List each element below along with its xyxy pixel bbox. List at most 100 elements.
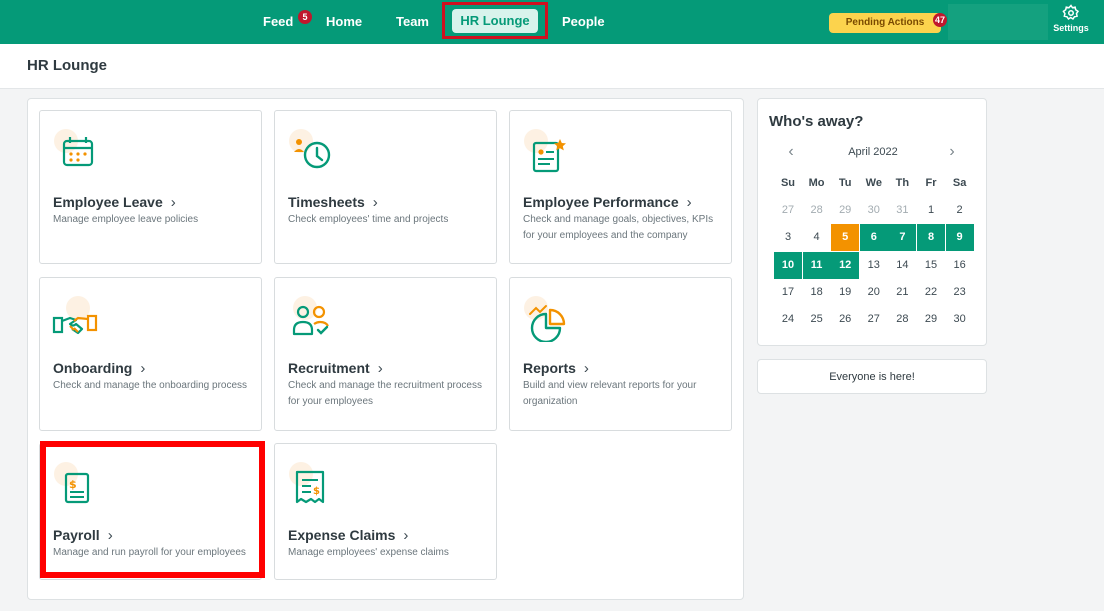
calendar-weekday-header: Mo — [808, 177, 825, 189]
nav-feed-label: Feed — [263, 14, 294, 29]
chevron-right-icon[interactable]: › — [943, 143, 961, 161]
calendar-day[interactable]: 13 — [860, 252, 888, 279]
card-description: Manage employee leave policies — [53, 214, 199, 225]
chevron-right-icon: › — [170, 194, 176, 211]
nav-team[interactable]: Team — [396, 0, 429, 44]
top-navigation-bar: Feed 5 Home Team HR Lounge People Pendin… — [0, 0, 1104, 44]
chevron-right-icon: › — [403, 527, 409, 544]
receipt-icon: $ — [287, 460, 335, 508]
chevron-right-icon: › — [372, 194, 378, 211]
card-employee-performance[interactable]: Employee Performance › Check and manage g… — [509, 110, 732, 264]
calendar-day[interactable]: 23 — [946, 279, 974, 306]
card-timesheets[interactable]: Timesheets › Check employees' time and pr… — [274, 110, 497, 264]
calendar-day[interactable]: 29 — [917, 306, 945, 333]
feed-notification-badge: 5 — [298, 10, 312, 24]
calendar-day[interactable]: 22 — [917, 279, 945, 306]
gear-icon — [1062, 4, 1080, 21]
card-description: Manage employees' expense claims — [288, 547, 449, 558]
card-onboarding[interactable]: Onboarding › Check and manage the onboard… — [39, 277, 262, 431]
whos-away-widget: Who's away? ‹ April 2022 › Su Mo Tu We Th Fr S… — [757, 98, 987, 346]
nav-people[interactable]: People — [562, 0, 605, 44]
card-title: Recruitment › — [288, 360, 383, 377]
card-title: Employee Leave › — [53, 194, 176, 211]
calendar-day[interactable]: 24 — [774, 306, 802, 333]
handshake-icon — [52, 294, 100, 342]
payroll-highlight — [40, 441, 265, 578]
calendar-day[interactable]: 8 — [917, 224, 945, 252]
card-title: Timesheets › — [288, 194, 378, 211]
card-title: Expense Claims › — [288, 527, 409, 544]
card-recruitment[interactable]: Recruitment › Check and manage the recrui… — [274, 277, 497, 431]
everyone-here-status: Everyone is here! — [757, 359, 987, 394]
document-star-icon — [522, 127, 570, 175]
card-description: Check and manage the onboarding process — [53, 380, 248, 391]
calendar-month-nav: ‹ April 2022 › — [758, 143, 988, 161]
calendar-day[interactable]: 20 — [860, 279, 888, 306]
calendar-day[interactable]: 25 — [803, 306, 831, 333]
card-description: Build and view relevant reports for your… — [523, 380, 697, 407]
chevron-right-icon: › — [140, 360, 146, 377]
people-check-icon — [287, 294, 335, 342]
card-title: Reports › — [523, 360, 589, 377]
chevron-right-icon: › — [583, 360, 589, 377]
calendar-day[interactable]: 2 — [946, 197, 974, 224]
calendar-day[interactable]: 5 — [831, 224, 860, 252]
calendar-day[interactable]: 26 — [831, 306, 859, 333]
page-header: HR Lounge — [0, 44, 1104, 89]
calendar-day[interactable]: 15 — [917, 252, 945, 279]
pending-actions-badge: 47 — [933, 13, 947, 27]
calendar-day[interactable]: 27 — [774, 197, 802, 224]
calendar-day[interactable]: 29 — [831, 197, 859, 224]
hr-lounge-highlight — [442, 2, 548, 39]
calendar-weekday-header: We — [865, 177, 882, 189]
card-title: Employee Performance › — [523, 194, 692, 211]
pending-actions-button[interactable]: Pending Actions — [829, 13, 941, 33]
card-reports[interactable]: Reports › Build and view relevant reports… — [509, 277, 732, 431]
calendar-day[interactable]: 21 — [888, 279, 916, 306]
calendar-day[interactable]: 19 — [831, 279, 859, 306]
calendar-day[interactable]: 31 — [888, 197, 916, 224]
calendar-icon — [52, 127, 100, 175]
calendar-day[interactable]: 11 — [802, 251, 831, 279]
page-title: HR Lounge — [27, 57, 107, 74]
calendar-day[interactable]: 1 — [917, 197, 945, 224]
chevron-right-icon: › — [377, 360, 383, 377]
calendar-weekday-header: Su — [780, 177, 796, 189]
calendar-day[interactable]: 10 — [774, 251, 802, 279]
calendar-weekday-header: Sa — [952, 177, 967, 189]
card-title: Onboarding › — [53, 360, 146, 377]
calendar-day[interactable]: 12 — [831, 251, 860, 279]
calendar-day[interactable]: 27 — [860, 306, 888, 333]
whos-away-title: Who's away? — [769, 113, 864, 130]
clock-person-icon — [287, 127, 335, 175]
nav-feed[interactable]: Feed — [263, 0, 293, 44]
calendar-day[interactable]: 6 — [859, 224, 888, 252]
chevron-right-icon: › — [686, 194, 692, 211]
calendar-day[interactable]: 30 — [860, 197, 888, 224]
calendar-day[interactable]: 28 — [803, 197, 831, 224]
calendar-weekday-header: Fr — [925, 177, 937, 189]
card-employee-leave[interactable]: Employee Leave › Manage employee leave po… — [39, 110, 262, 264]
card-description: Check employees' time and projects — [288, 214, 449, 225]
card-description: Check and manage goals, objectives, KPIs… — [523, 214, 714, 241]
calendar-day[interactable]: 3 — [774, 224, 802, 251]
calendar-day[interactable]: 14 — [888, 252, 916, 279]
calendar-day[interactable]: 9 — [945, 224, 974, 252]
settings-button[interactable]: Settings — [1048, 4, 1094, 40]
nav-home[interactable]: Home — [326, 0, 362, 44]
card-description: Check and manage the recruitment process… — [288, 380, 482, 407]
calendar-day[interactable]: 16 — [946, 252, 974, 279]
calendar-weekday-header: Tu — [838, 177, 852, 189]
user-profile-area[interactable] — [948, 4, 1048, 40]
calendar-day[interactable]: 18 — [803, 279, 831, 306]
calendar-weekday-header: Th — [895, 177, 910, 189]
calendar-day[interactable]: 7 — [888, 224, 917, 252]
calendar-day[interactable]: 4 — [803, 224, 831, 251]
calendar-day[interactable]: 30 — [946, 306, 974, 333]
calendar-day[interactable]: 17 — [774, 279, 802, 306]
calendar-day[interactable]: 28 — [888, 306, 916, 333]
settings-label: Settings — [1053, 23, 1089, 33]
card-expense-claims[interactable]: $ Expense Claims › Manage employees' expe… — [274, 443, 497, 580]
pie-chart-icon — [522, 294, 570, 344]
svg-text:$: $ — [313, 486, 320, 497]
